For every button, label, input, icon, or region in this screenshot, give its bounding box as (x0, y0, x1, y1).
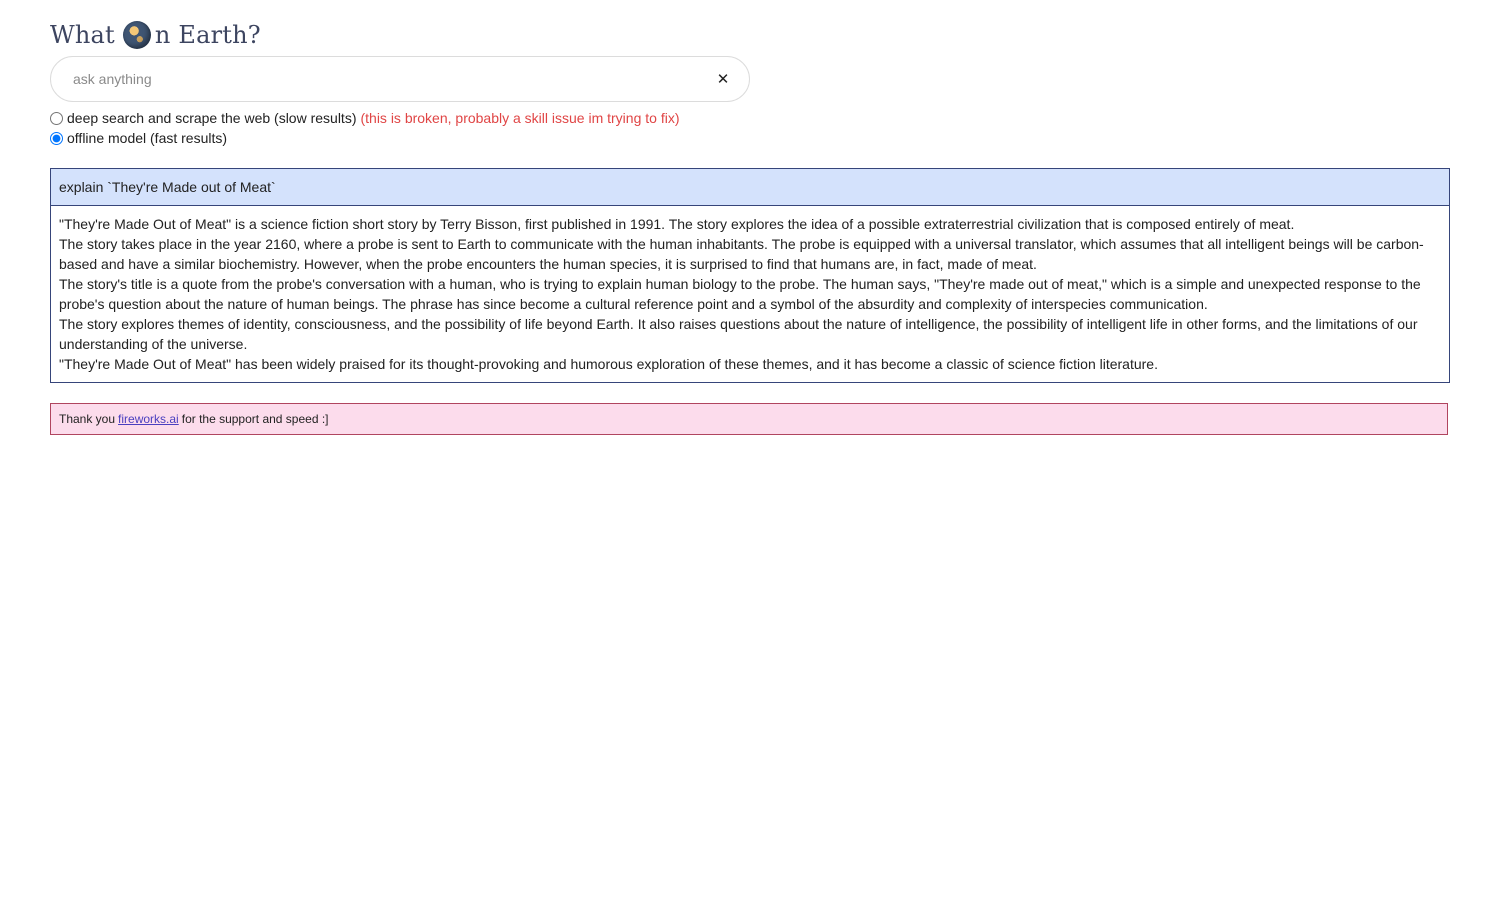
thanks-text-before: Thank you (59, 412, 116, 426)
globe-icon (122, 21, 151, 49)
mode-options: deep search and scrape the web (slow res… (50, 108, 1450, 148)
title-part-what: What (50, 21, 115, 49)
question-text: explain `They're Made out of Meat` (51, 169, 1449, 206)
option-deep-search[interactable]: deep search and scrape the web (slow res… (50, 108, 1450, 128)
search-bar: ✕ (50, 56, 750, 102)
fireworks-link[interactable]: fireworks.ai (118, 412, 179, 426)
answer-paragraph: The story explores themes of identity, c… (59, 316, 1418, 352)
deep-search-label: deep search and scrape the web (slow res… (67, 110, 357, 126)
clear-icon[interactable]: ✕ (703, 70, 743, 88)
search-input[interactable] (71, 63, 703, 95)
deep-search-warning: (this is broken, probably a skill issue … (360, 110, 680, 126)
deep-search-radio[interactable] (50, 111, 63, 125)
answer-paragraph: "They're Made Out of Meat" has been wide… (59, 356, 1158, 372)
answer-body: "They're Made Out of Meat" is a science … (51, 206, 1449, 382)
app-title: What n Earth? (50, 18, 1450, 52)
answer-paragraph: The story takes place in the year 2160, … (59, 236, 1424, 272)
page: What n Earth? ✕ deep search and scrape t… (50, 18, 1450, 435)
offline-model-label: offline model (fast results) (67, 130, 228, 146)
answer-paragraph: The story's title is a quote from the pr… (59, 276, 1421, 312)
title-part-earth: n Earth? (154, 21, 261, 49)
thanks-text-after: for the support and speed :] (181, 412, 329, 426)
answer-paragraph: "They're Made Out of Meat" is a science … (59, 216, 1295, 232)
thanks-banner: Thank you fireworks.ai for the support a… (50, 403, 1448, 435)
offline-model-radio[interactable] (50, 131, 63, 145)
qa-panel: explain `They're Made out of Meat` "They… (50, 168, 1450, 383)
option-offline-model[interactable]: offline model (fast results) (50, 128, 1450, 148)
